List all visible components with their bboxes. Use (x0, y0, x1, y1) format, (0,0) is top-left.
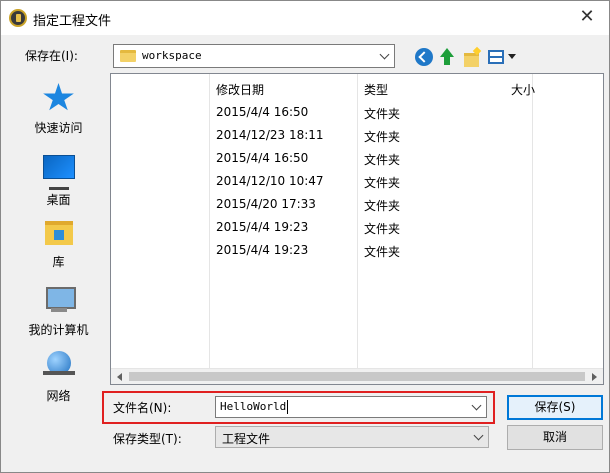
cell-type: 文件夹 (364, 153, 401, 167)
cell-modified: 2015/4/4 16:50 (216, 151, 309, 165)
cell-type: 文件夹 (364, 222, 401, 236)
scroll-right-icon[interactable] (592, 373, 597, 381)
place-label: 网络 (46, 389, 71, 403)
dialog-title: 指定工程文件 (33, 14, 112, 29)
star-icon (43, 83, 74, 111)
cell-modified: 2015/4/4 19:23 (216, 220, 309, 234)
filename-label: 文件名(N): (113, 401, 172, 415)
cell-modified: 2014/12/10 10:47 (216, 174, 324, 188)
chevron-down-icon[interactable] (379, 49, 390, 60)
cell-type: 文件夹 (364, 199, 401, 213)
close-button[interactable]: ✕ (565, 1, 609, 33)
up-folder-icon[interactable] (438, 48, 456, 66)
place-library[interactable]: 库 (16, 217, 101, 270)
save-dialog: 指定工程文件 ✕ 保存在(I): workspace 快速访问 桌面 库 我的计… (0, 0, 610, 473)
file-list[interactable]: 修改日期 类型 大小 2015/4/4 16:50 文件夹 2014/12/23… (110, 73, 604, 385)
scroll-left-icon[interactable] (117, 373, 122, 381)
cell-type: 文件夹 (364, 107, 401, 121)
scrollbar-thumb[interactable] (129, 372, 585, 381)
cancel-button[interactable]: 取消 (507, 425, 603, 450)
location-label: 保存在(I): (25, 49, 78, 63)
filetype-select[interactable]: 工程文件 (215, 426, 489, 448)
table-row[interactable]: 2014/12/23 18:11 文件夹 (111, 125, 603, 148)
table-row[interactable]: 2014/12/10 10:47 文件夹 (111, 171, 603, 194)
app-icon (9, 9, 27, 27)
back-icon[interactable] (415, 48, 433, 66)
filetype-value: 工程文件 (222, 432, 271, 446)
view-menu-icon[interactable] (488, 50, 504, 64)
cell-modified: 2015/4/20 17:33 (216, 197, 316, 211)
chevron-down-icon[interactable] (471, 400, 482, 411)
table-row[interactable]: 2015/4/20 17:33 文件夹 (111, 194, 603, 217)
filetype-label: 保存类型(T): (113, 432, 182, 446)
place-label: 快速访问 (34, 121, 83, 135)
table-row[interactable]: 2015/4/4 19:23 文件夹 (111, 240, 603, 263)
cell-modified: 2015/4/4 19:23 (216, 243, 309, 257)
title-bar: 指定工程文件 ✕ (1, 1, 609, 35)
cell-type: 文件夹 (364, 176, 401, 190)
network-icon (42, 351, 75, 381)
desktop-icon (42, 155, 75, 185)
chevron-down-icon[interactable] (473, 430, 484, 441)
location-value: workspace (142, 49, 202, 62)
places-bar: 快速访问 桌面 库 我的计算机 网络 (16, 75, 101, 403)
place-network[interactable]: 网络 (16, 351, 101, 404)
save-button[interactable]: 保存(S) (507, 395, 603, 420)
filename-input[interactable]: HelloWorld (215, 396, 487, 418)
table-row[interactable]: 2015/4/4 16:50 文件夹 (111, 102, 603, 125)
column-header-type[interactable]: 类型 (364, 81, 388, 98)
place-quick-access[interactable]: 快速访问 (16, 83, 101, 136)
view-dropdown-arrow-icon[interactable] (508, 54, 516, 59)
library-icon (43, 217, 75, 247)
table-row[interactable]: 2015/4/4 16:50 文件夹 (111, 148, 603, 171)
place-desktop[interactable]: 桌面 (16, 151, 101, 208)
computer-icon (43, 285, 76, 315)
cell-type: 文件夹 (364, 130, 401, 144)
location-combo[interactable]: workspace (113, 44, 395, 68)
cell-modified: 2014/12/23 18:11 (216, 128, 324, 142)
place-computer[interactable]: 我的计算机 (16, 285, 101, 338)
new-folder-icon[interactable] (463, 48, 481, 67)
place-label: 我的计算机 (28, 323, 89, 337)
cell-type: 文件夹 (364, 245, 401, 259)
table-row[interactable]: 2015/4/4 19:23 文件夹 (111, 217, 603, 240)
place-label: 桌面 (46, 193, 71, 207)
filename-value: HelloWorld (220, 400, 289, 414)
horizontal-scrollbar[interactable] (111, 368, 603, 384)
cell-modified: 2015/4/4 16:50 (216, 105, 309, 119)
column-header-modified[interactable]: 修改日期 (216, 81, 264, 98)
place-label: 库 (52, 255, 65, 269)
column-header-size[interactable]: 大小 (511, 81, 535, 98)
folder-icon (120, 50, 136, 62)
